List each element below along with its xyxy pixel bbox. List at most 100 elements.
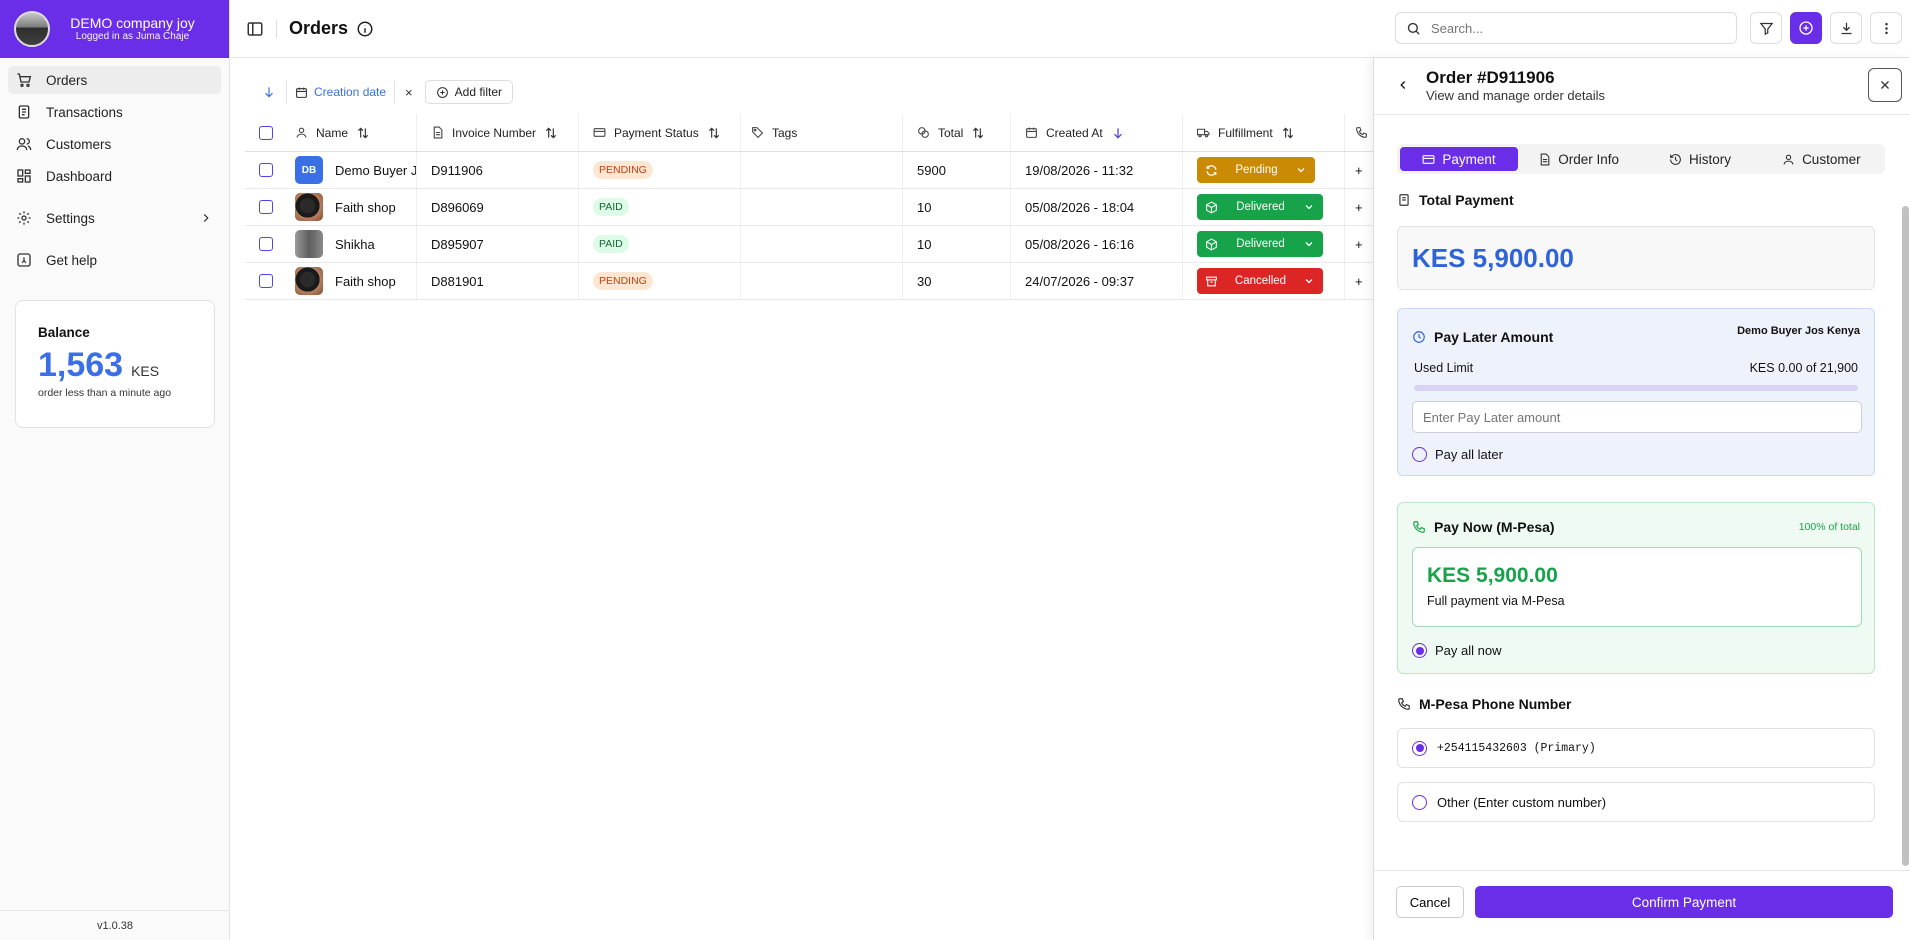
row-checkbox[interactable]: [259, 237, 273, 251]
page-title: Orders: [289, 18, 349, 38]
fulfillment-dropdown[interactable]: Cancelled: [1197, 268, 1323, 294]
column-header-phone[interactable]: [1345, 114, 1375, 151]
select-all-checkbox[interactable]: [259, 125, 273, 140]
cell-extra[interactable]: +: [1345, 263, 1375, 299]
column-header-invoice[interactable]: Invoice Number: [417, 114, 579, 151]
company-switcher[interactable]: DEMO company joy Logged in as Juma Chaje: [0, 0, 229, 58]
column-label: Total: [938, 125, 964, 140]
total-payment-heading: Total Payment: [1397, 192, 1514, 208]
phone-option-primary[interactable]: +254115432603 (Primary): [1397, 728, 1875, 768]
table-row[interactable]: Faith shop D896069 PAID 10 05/08/2026 - …: [245, 189, 1375, 226]
cell-total: 10: [903, 189, 1011, 225]
column-header-tags[interactable]: Tags: [741, 114, 903, 151]
balance-card: Balance 1,563 KES order less than a minu…: [15, 300, 215, 428]
close-button[interactable]: [1868, 68, 1902, 102]
cell-extra[interactable]: +: [1345, 152, 1375, 188]
cancel-button[interactable]: Cancel: [1396, 886, 1464, 918]
table-row[interactable]: DB Demo Buyer J D911906 PENDING 5900 19/…: [245, 152, 1375, 189]
pay-later-buyer: Demo Buyer Jos Kenya: [1737, 325, 1860, 337]
sidebar-item-orders[interactable]: Orders: [8, 66, 221, 94]
sidebar-item-settings[interactable]: Settings: [8, 204, 221, 232]
cell-total: 10: [903, 226, 1011, 262]
pay-all-later-radio[interactable]: [1412, 447, 1427, 462]
panel-footer: Cancel Confirm Payment: [1374, 870, 1910, 940]
cell-invoice: D911906: [417, 152, 579, 188]
fulfillment-label: Pending: [1235, 164, 1278, 176]
column-label: Invoice Number: [452, 125, 537, 140]
table-row[interactable]: Faith shop D881901 PENDING 30 24/07/2026…: [245, 263, 1375, 300]
column-header-payment-status[interactable]: Payment Status: [579, 114, 741, 151]
phone-option-other[interactable]: Other (Enter custom number): [1397, 782, 1875, 822]
download-button[interactable]: [1830, 12, 1862, 44]
column-header-total[interactable]: Total: [903, 114, 1011, 151]
remove-filter-button[interactable]: ×: [405, 85, 413, 100]
pay-all-later-option[interactable]: Pay all later: [1412, 447, 1503, 462]
sidebar-item-customers[interactable]: Customers: [8, 130, 221, 158]
chevron-right-icon: [203, 214, 209, 222]
more-options-button[interactable]: [1870, 12, 1902, 44]
phone-primary-radio[interactable]: [1412, 740, 1427, 756]
cell-name: Faith shop: [287, 263, 417, 299]
customer-name: Shikha: [335, 236, 375, 252]
sort-icon[interactable]: [971, 126, 985, 140]
info-icon[interactable]: [356, 20, 374, 38]
row-checkbox-cell: [245, 189, 287, 225]
pay-now-section: Pay Now (M-Pesa) 100% of total KES 5,900…: [1397, 502, 1875, 674]
cell-extra[interactable]: +: [1345, 189, 1375, 225]
sidebar-item-label: Dashboard: [46, 168, 113, 184]
confirm-payment-button[interactable]: Confirm Payment: [1475, 886, 1893, 918]
fulfillment-dropdown[interactable]: Delivered: [1197, 194, 1323, 220]
phone-other-radio[interactable]: [1412, 794, 1427, 810]
tab-history[interactable]: History: [1639, 147, 1760, 171]
column-label: Created At: [1046, 125, 1103, 140]
pay-all-now-option[interactable]: Pay all now: [1412, 643, 1501, 658]
column-header-fulfillment[interactable]: Fulfillment: [1183, 114, 1345, 151]
balance-currency: KES: [131, 363, 160, 379]
fulfillment-dropdown[interactable]: Delivered: [1197, 231, 1323, 257]
tab-label: Customer: [1802, 151, 1861, 167]
used-limit-label: Used Limit: [1414, 361, 1474, 375]
sort-desc-icon[interactable]: [262, 85, 276, 99]
sidebar-item-transactions[interactable]: Transactions: [8, 98, 221, 126]
sort-icon[interactable]: [1281, 126, 1295, 140]
panel-scrollbar[interactable]: [1901, 184, 1910, 886]
tab-order-info[interactable]: Order Info: [1518, 147, 1639, 171]
history-icon: [1670, 153, 1681, 165]
sort-icon[interactable]: [356, 126, 370, 140]
sort-desc-icon[interactable]: [1111, 126, 1125, 140]
used-limit-value: KES 0.00 of 21,900: [1749, 361, 1858, 375]
sidebar-toggle-icon[interactable]: [246, 20, 264, 38]
sidebar-item-label: Customers: [46, 136, 112, 152]
scroll-thumb[interactable]: [1902, 206, 1909, 866]
tab-label: History: [1688, 151, 1731, 167]
search-box[interactable]: [1395, 12, 1737, 44]
sort-icon[interactable]: [544, 126, 558, 140]
sidebar-item-get-help[interactable]: Get help: [8, 246, 221, 274]
table-row[interactable]: Shikha D895907 PAID 10 05/08/2026 - 16:1…: [245, 226, 1375, 263]
add-order-button[interactable]: [1790, 12, 1822, 44]
filter-chip-creation-date[interactable]: Creation date: [286, 80, 396, 104]
search-input[interactable]: [1431, 20, 1711, 36]
tab-payment[interactable]: Payment: [1400, 147, 1518, 171]
tab-customer[interactable]: Customer: [1761, 147, 1882, 171]
add-filter-button[interactable]: Add filter: [424, 80, 513, 104]
row-checkbox-cell: [245, 226, 287, 262]
sidebar-item-dashboard[interactable]: Dashboard: [8, 162, 221, 190]
row-checkbox[interactable]: [259, 200, 273, 214]
cell-extra[interactable]: +: [1345, 226, 1375, 262]
filter-button[interactable]: [1750, 12, 1782, 44]
pay-later-title: Pay Later Amount: [1434, 329, 1554, 345]
back-icon[interactable]: [1396, 78, 1410, 92]
fulfillment-dropdown[interactable]: Pending: [1197, 157, 1315, 183]
sort-icon[interactable]: [707, 126, 721, 140]
pay-later-amount-input[interactable]: [1412, 401, 1862, 433]
payment-content: Total Payment KES 5,900.00 Pay Later Amo…: [1374, 184, 1901, 864]
column-header-created-at[interactable]: Created At: [1011, 114, 1183, 151]
column-header-name[interactable]: Name: [287, 114, 417, 151]
row-checkbox[interactable]: [259, 163, 273, 177]
pay-now-title: Pay Now (M-Pesa): [1434, 519, 1555, 535]
pay-all-now-radio[interactable]: [1412, 643, 1427, 658]
row-checkbox[interactable]: [259, 274, 273, 288]
tag-icon: [752, 127, 764, 139]
pay-later-heading: Pay Later Amount: [1412, 329, 1553, 345]
